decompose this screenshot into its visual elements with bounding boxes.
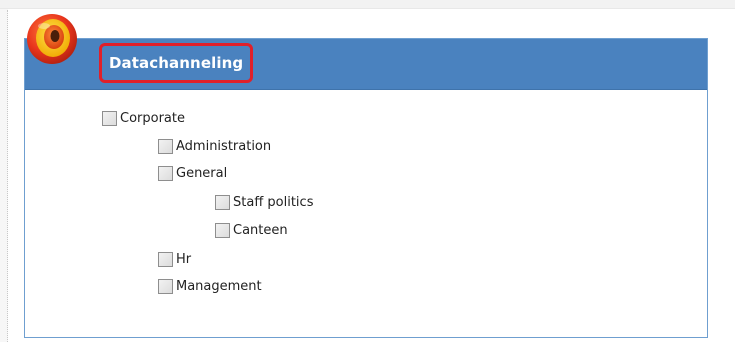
- target-ring-icon: [27, 14, 77, 64]
- panel-header: Datachanneling: [25, 39, 707, 90]
- tree-node-label: General: [176, 165, 228, 181]
- tree-node-canteen[interactable]: Canteen: [215, 221, 288, 239]
- tree-node-staff-politics[interactable]: Staff politics: [215, 193, 313, 211]
- tree-node-administration[interactable]: Administration: [158, 137, 271, 155]
- checkbox[interactable]: [158, 138, 173, 154]
- tree-node-corporate[interactable]: Corporate: [102, 109, 185, 127]
- tree-node-label: Staff politics: [233, 194, 314, 210]
- tree-node-label: Management: [176, 278, 262, 294]
- checkbox[interactable]: [102, 110, 117, 126]
- tree-node-hr[interactable]: Hr: [158, 250, 191, 268]
- tree-node-label: Corporate: [120, 110, 185, 126]
- datachanneling-panel: Datachanneling: [24, 38, 708, 338]
- tree-node-label: Administration: [176, 138, 272, 154]
- tree-node-general[interactable]: General: [158, 164, 227, 182]
- tree-node-label: Canteen: [233, 222, 288, 238]
- panel-title-highlight: Datachanneling: [99, 43, 254, 83]
- checkbox[interactable]: [158, 165, 173, 181]
- checkbox[interactable]: [215, 194, 230, 210]
- checkbox[interactable]: [158, 251, 173, 267]
- panel-title: Datachanneling: [109, 54, 244, 72]
- checkbox[interactable]: [215, 222, 230, 238]
- tree-node-label: Hr: [176, 251, 192, 267]
- page: Datachanneling Corporate Administration …: [0, 0, 735, 342]
- tree-node-management[interactable]: Management: [158, 277, 262, 295]
- checkbox[interactable]: [158, 278, 173, 294]
- top-bar: [0, 0, 735, 9]
- left-divider: [7, 10, 8, 342]
